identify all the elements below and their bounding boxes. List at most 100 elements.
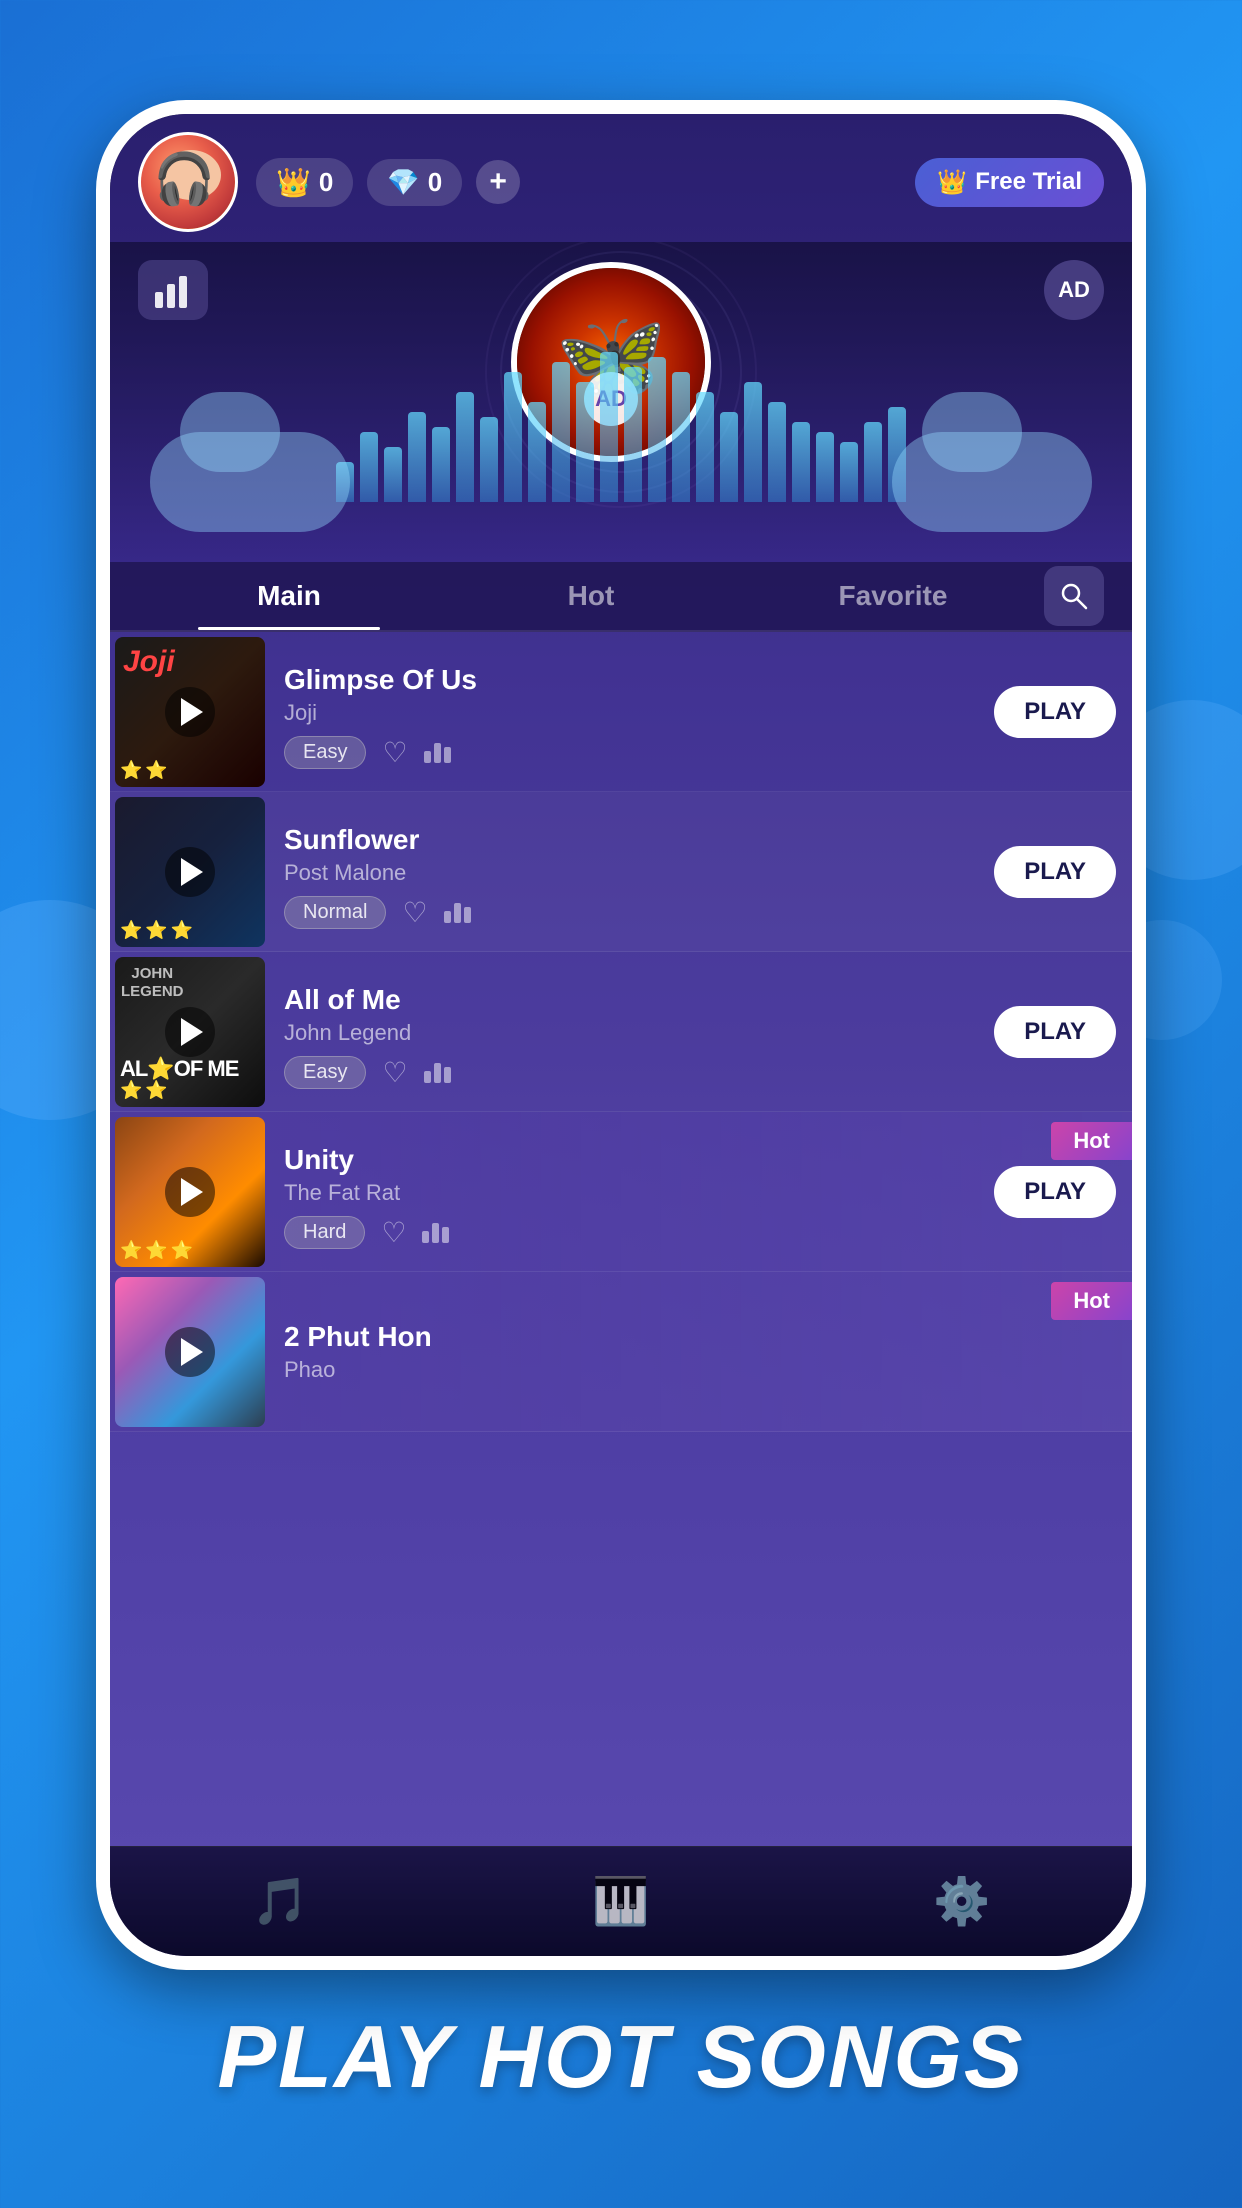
tagline: PLAY HOT SONGS [217, 2006, 1024, 2108]
song-meta-4: Hard ♡ [284, 1216, 984, 1249]
play-overlay-2[interactable] [165, 847, 215, 897]
song-info-4: Unity The Fat Rat Hard ♡ [270, 1134, 994, 1249]
play-overlay-4[interactable] [165, 1167, 215, 1217]
song-item: JOHNLEGEND AL⭐OF ME ⭐ ⭐ All of Me John L… [110, 952, 1132, 1112]
phone-frame: 👑 0 💎 0 + 👑 Free Trial [96, 100, 1146, 1970]
piano-icon: 🎹 [592, 1874, 649, 1929]
song-title-3: All of Me [284, 984, 984, 1016]
avatar-image [141, 135, 235, 229]
free-trial-label: Free Trial [975, 168, 1082, 196]
header-bar: 👑 0 💎 0 + 👑 Free Trial [110, 114, 1132, 242]
star: ⭐ [145, 1080, 167, 1101]
play-triangle-1 [181, 698, 203, 726]
tab-hot[interactable]: Hot [440, 564, 742, 628]
song-artist-3: John Legend [284, 1020, 984, 1046]
cloud-right [892, 432, 1092, 532]
chart-bar [434, 743, 441, 763]
stars-row-1: ⭐ ⭐ [120, 760, 168, 781]
chart-bar [424, 751, 431, 763]
star: ⭐ [145, 760, 167, 781]
star: ⭐ [120, 920, 142, 941]
song-artist-1: Joji [284, 700, 984, 726]
song-thumbnail-4: ⭐ ⭐ ⭐ [115, 1117, 265, 1267]
allofme-title: AL⭐OF ME [120, 1056, 238, 1082]
song-thumbnail-5 [115, 1277, 265, 1427]
tab-main[interactable]: Main [138, 564, 440, 628]
chart-button-4[interactable] [422, 1223, 449, 1243]
chart-bar [424, 1071, 431, 1083]
chart-bar [422, 1231, 429, 1243]
play-overlay-5[interactable] [165, 1327, 215, 1377]
header-stats: 👑 0 💎 0 + [256, 158, 897, 207]
song-info-2: Sunflower Post Malone Normal ♡ [270, 814, 994, 929]
chart-bar [454, 903, 461, 923]
star: ⭐ [171, 920, 193, 941]
music-note-icon: 🎵 [252, 1874, 309, 1929]
play-button-4[interactable]: PLAY [994, 1166, 1116, 1218]
song-title-5: 2 Phut Hon [284, 1321, 1122, 1353]
play-triangle-4 [181, 1178, 203, 1206]
stars-row-3: ⭐ ⭐ [120, 1080, 168, 1101]
chart-button-2[interactable] [444, 903, 471, 923]
clouds-container [110, 432, 1132, 532]
avatar[interactable] [138, 132, 238, 232]
song-thumbnail-3: JOHNLEGEND AL⭐OF ME ⭐ ⭐ [115, 957, 265, 1107]
coins-stat: 👑 0 [256, 158, 353, 207]
allofme-logo: JOHNLEGEND [121, 965, 184, 1001]
song-list: Joji ⭐ ⭐ Glimpse Of Us Joji Easy ♡ [110, 632, 1132, 1846]
star: ⭐ [171, 1240, 193, 1261]
song-info-5: 2 Phut Hon Phao [270, 1311, 1132, 1393]
nav-item-music[interactable]: 🎵 [252, 1874, 309, 1929]
play-triangle-3 [181, 1018, 203, 1046]
heart-button-4[interactable]: ♡ [381, 1216, 406, 1249]
stars-row-4: ⭐ ⭐ ⭐ [120, 1240, 193, 1261]
crown-icon: 👑 [276, 166, 311, 199]
search-button[interactable] [1044, 566, 1104, 626]
chart-button-1[interactable] [424, 743, 451, 763]
play-overlay-3[interactable] [165, 1007, 215, 1057]
free-trial-crown-icon: 👑 [937, 168, 967, 197]
heart-button-3[interactable]: ♡ [382, 1056, 407, 1089]
star: ⭐ [145, 1240, 167, 1261]
gem-icon: 💎 [387, 167, 419, 198]
chart-bar [444, 911, 451, 923]
difficulty-badge-3: Easy [284, 1056, 366, 1089]
tab-favorite[interactable]: Favorite [742, 564, 1044, 628]
cloud-left [150, 432, 350, 532]
bottom-nav: 🎵 🎹 ⚙️ [110, 1846, 1132, 1956]
nav-item-settings[interactable]: ⚙️ [933, 1874, 990, 1929]
difficulty-badge-1: Easy [284, 736, 366, 769]
nav-item-piano[interactable]: 🎹 [592, 1874, 649, 1929]
heart-button-1[interactable]: ♡ [382, 736, 407, 769]
song-title-2: Sunflower [284, 824, 984, 856]
free-trial-button[interactable]: 👑 Free Trial [915, 158, 1104, 207]
chart-button-3[interactable] [424, 1063, 451, 1083]
difficulty-badge-2: Normal [284, 896, 386, 929]
play-overlay-1[interactable] [165, 687, 215, 737]
ad-corner-button[interactable]: AD [1044, 260, 1104, 320]
gems-value: 0 [428, 167, 442, 198]
chart-bar [464, 907, 471, 923]
stats-icon-button[interactable] [138, 260, 208, 320]
add-currency-button[interactable]: + [476, 160, 520, 204]
play-button-1[interactable]: PLAY [994, 686, 1116, 738]
song-item: ⭐ ⭐ ⭐ Unity The Fat Rat Hard ♡ [110, 1112, 1132, 1272]
play-button-3[interactable]: PLAY [994, 1006, 1116, 1058]
gems-stat: 💎 0 [367, 159, 462, 206]
joji-logo: Joji [123, 645, 175, 679]
song-item: 2 Phut Hon Phao Hot [110, 1272, 1132, 1432]
chart-bar [432, 1223, 439, 1243]
chart-bar [444, 747, 451, 763]
song-artist-2: Post Malone [284, 860, 984, 886]
chart-bar [434, 1063, 441, 1083]
visualizer-area: AD 🦋 AD [110, 242, 1132, 562]
stars-row-2: ⭐ ⭐ ⭐ [120, 920, 193, 941]
star: ⭐ [145, 920, 167, 941]
song-thumbnail-2: ⭐ ⭐ ⭐ [115, 797, 265, 947]
heart-button-2[interactable]: ♡ [402, 896, 427, 929]
song-meta-3: Easy ♡ [284, 1056, 984, 1089]
play-button-2[interactable]: PLAY [994, 846, 1116, 898]
chart-bar [442, 1227, 449, 1243]
settings-icon: ⚙️ [933, 1874, 990, 1929]
coins-value: 0 [319, 167, 333, 198]
